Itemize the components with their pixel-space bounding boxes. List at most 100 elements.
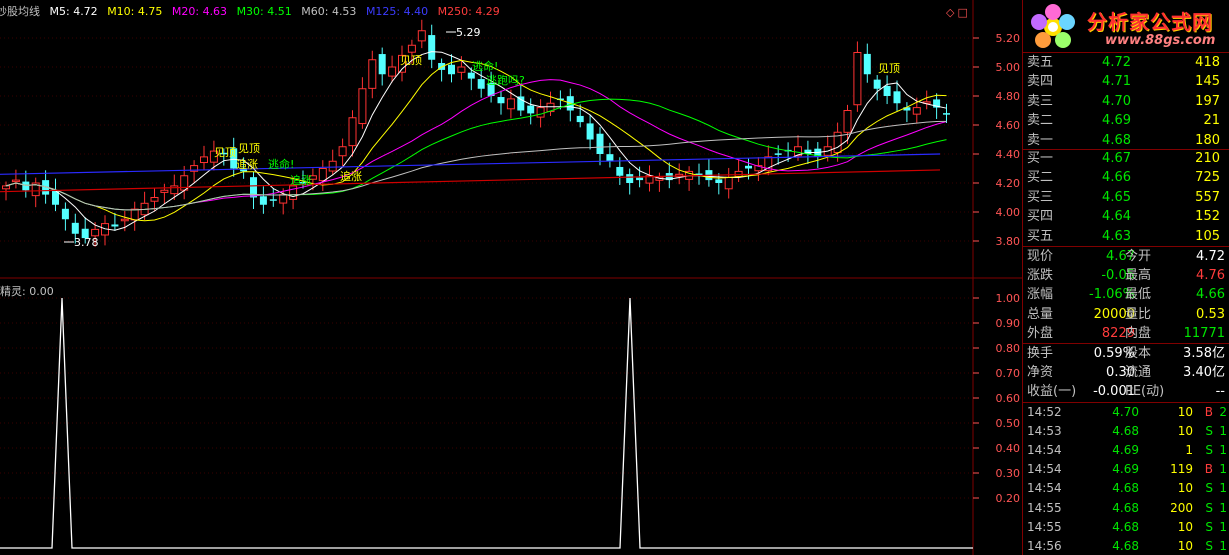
tick-side: S — [1205, 538, 1213, 553]
candle-body-up — [912, 107, 921, 115]
bid-label: 买一 — [1027, 151, 1054, 166]
quote-label: 总量 — [1027, 306, 1054, 322]
candle-body-up — [150, 197, 159, 202]
candle-body-up — [120, 218, 129, 222]
bid-volume: 210 — [1195, 151, 1220, 166]
tick-time: 14:52 — [1027, 405, 1062, 419]
panel-divider — [1023, 402, 1229, 403]
ask-row: 卖一 4.68 180 — [1023, 131, 1229, 150]
ask-label: 卖二 — [1027, 113, 1054, 129]
tick-side: B — [1204, 405, 1213, 419]
tick-price: 4.69 — [1112, 443, 1139, 458]
fund-value: 3.58亿 — [1183, 346, 1225, 361]
indicator-line — [0, 297, 973, 549]
quote-label: 涨幅 — [1027, 287, 1054, 303]
candle-body-up — [130, 208, 139, 221]
tick-row: 14:55 4.68 200 S 1 — [1023, 499, 1229, 518]
tick-time: 14:54 — [1027, 462, 1062, 477]
quote-row: 涨幅 -1.06% 最低 4.66 — [1023, 285, 1229, 304]
ask-price: 4.71 — [1102, 74, 1131, 90]
price-tick-label: 4.00 — [996, 206, 1021, 219]
candlestick-chart[interactable]: 5.293.78见顶 见顶见顶见顶逃命!逃命!逃跑吗?追涨追涨 追涨 5.205.0… — [0, 0, 1022, 555]
quote-row: 现价 4.67 今开 4.72 — [1023, 247, 1229, 266]
tick-price: 4.68 — [1112, 500, 1139, 515]
candle-body-down — [497, 97, 505, 104]
quote-label: 量比 — [1125, 306, 1152, 322]
price-tick-label: 3.80 — [996, 235, 1021, 248]
ma125-line — [0, 153, 941, 175]
ma-legend: 炒股均线 M5: 4.72 M10: 4.75 M20: 4.63 M30: 4… — [0, 5, 500, 19]
quote-label: 内盘 — [1125, 325, 1152, 341]
panel-divider — [1023, 343, 1229, 344]
quote-label: 今开 — [1125, 249, 1152, 264]
quote-value: 4.66 — [1196, 287, 1225, 303]
tick-side: S — [1205, 500, 1213, 515]
candle-body-up — [11, 179, 20, 183]
bid-volume: 105 — [1195, 228, 1220, 244]
chart-area[interactable]: 5.29 3.78 见顶 见顶 见顶 见顶 逃命! 逃命! 逃跑吗? 追涨 追涨 追涨 5.20 5.0… — [0, 0, 1022, 555]
bid-price: 4.67 — [1102, 151, 1131, 166]
ask-row: 卖五 4.72 418 — [1023, 53, 1229, 72]
candle-body-down — [527, 105, 535, 114]
candle-body-up — [338, 146, 347, 157]
ma250-line — [0, 169, 941, 193]
indicator-tick-label: 0.70 — [996, 367, 1021, 380]
tick-count: 2 — [1219, 405, 1227, 419]
ask-price: 4.72 — [1102, 55, 1131, 70]
candle-body-down — [943, 113, 950, 115]
candle-body-down — [467, 72, 475, 79]
high-price-label: 5.29 — [456, 26, 481, 39]
ask-row: 卖四 4.71 145 — [1023, 72, 1229, 91]
candle-body-up — [279, 194, 288, 204]
tick-row: 14:55 4.68 10 S 1 — [1023, 518, 1229, 537]
bid-price: 4.64 — [1102, 209, 1131, 225]
diamond-icon[interactable]: ◇ — [946, 6, 954, 19]
tick-time: 14:55 — [1027, 500, 1062, 515]
fund-label: 流通 — [1125, 365, 1152, 381]
tick-count: 1 — [1219, 443, 1227, 458]
quote-panel: 分析家公式网 www.88gs.com 卖五 4.72 418 卖四 4.71 145 卖三… — [1022, 0, 1229, 555]
bid-volume: 152 — [1195, 209, 1220, 225]
ask-label: 卖四 — [1027, 74, 1054, 90]
candle-body-up — [328, 160, 337, 172]
maximize-icon[interactable]: □ — [957, 6, 967, 19]
bid-price: 4.63 — [1102, 228, 1131, 244]
tick-row: 14:54 4.69 1 S 1 — [1023, 441, 1229, 460]
tick-count: 1 — [1219, 424, 1227, 439]
legend-ma5: M5: 4.72 — [49, 5, 98, 18]
tick-side: S — [1205, 424, 1213, 439]
candle-body-down — [893, 91, 901, 104]
candle-body-down — [259, 196, 267, 205]
candle-body-up — [289, 185, 298, 200]
legend-ma10: M10: 4.75 — [107, 5, 163, 18]
candle-body-up — [160, 189, 169, 193]
tick-side: S — [1205, 519, 1213, 534]
bid-label: 买二 — [1027, 170, 1054, 186]
fund-row: 净资 0.30 流通 3.40亿 — [1023, 363, 1229, 382]
candle-body-up — [843, 110, 852, 133]
question-signal-label: 逃跑吗? — [486, 73, 525, 87]
escape-signal-label: 逃命! — [268, 157, 294, 171]
ask-price: 4.69 — [1102, 113, 1131, 129]
quote-label: 涨跌 — [1027, 268, 1054, 284]
tick-volume: 119 — [1170, 462, 1193, 477]
tick-time: 14:54 — [1027, 481, 1062, 496]
candle-body-down — [71, 222, 79, 234]
tick-price: 4.68 — [1112, 424, 1139, 439]
candle-body-up — [91, 228, 100, 237]
indicator-tick-label: 0.50 — [996, 417, 1021, 430]
logo-text: 分析家公式网 — [1087, 10, 1213, 34]
peak-signal-label: 见顶 — [214, 146, 236, 159]
candle-body-up — [2, 185, 10, 190]
ma20-line — [5, 79, 947, 211]
tick-volume: 1 — [1185, 443, 1193, 458]
price-tick-label: 4.20 — [996, 177, 1021, 190]
tick-volume: 10 — [1177, 519, 1193, 534]
indicator-title: 精灵: 0.00 — [0, 285, 54, 298]
ma60-line — [5, 120, 947, 211]
bid-volume: 557 — [1195, 189, 1220, 205]
buy-signal-label: 追涨 — [236, 157, 258, 171]
tick-row: 14:53 4.68 10 S 1 — [1023, 422, 1229, 441]
tick-price: 4.68 — [1112, 481, 1139, 496]
candle-body-up — [200, 156, 208, 164]
